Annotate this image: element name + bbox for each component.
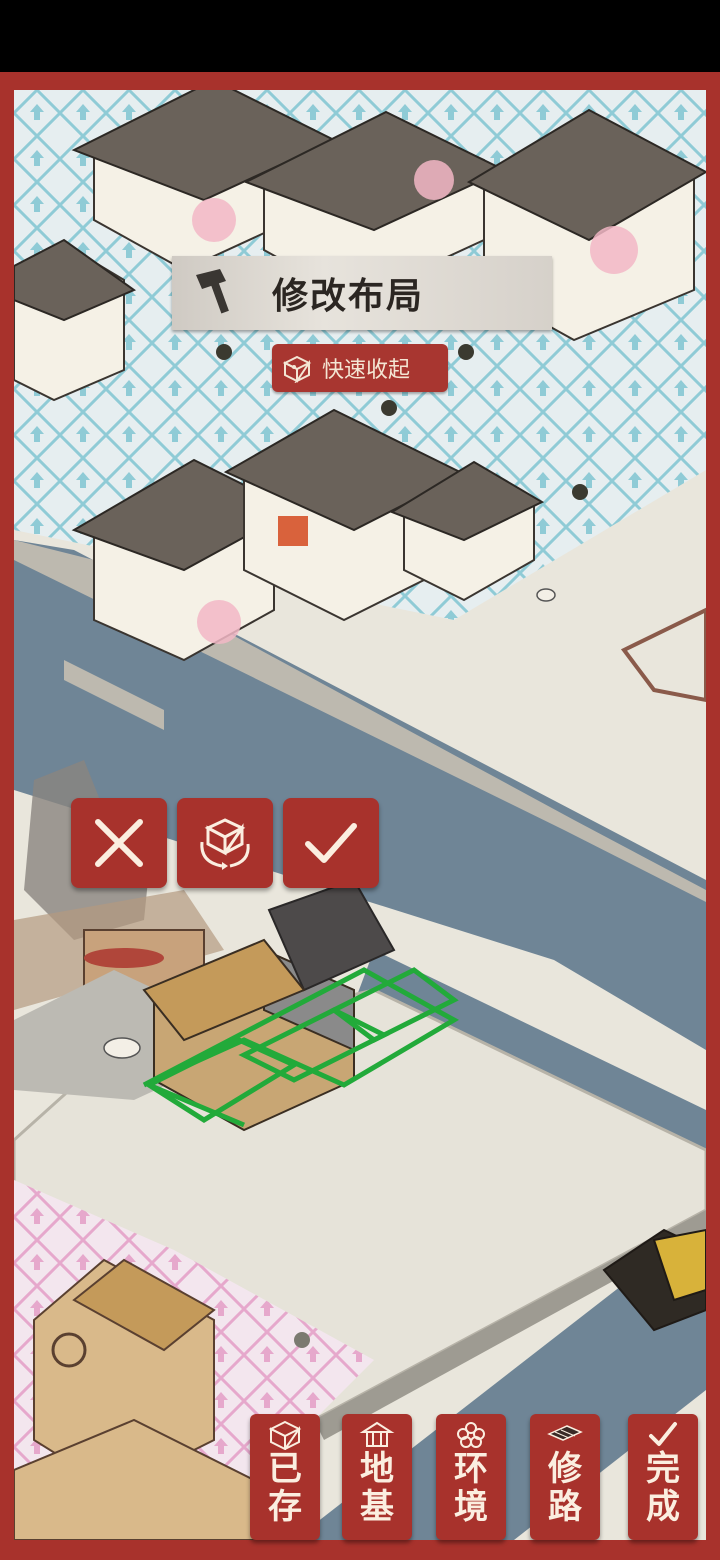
storage-box-icon (268, 1420, 302, 1450)
road-tile-icon (547, 1425, 583, 1441)
rotate-icon (200, 818, 250, 870)
cancel-placement-button[interactable] (71, 798, 167, 888)
saved-buildings-button[interactable]: 已存 (250, 1414, 320, 1540)
road-label: 修路 (548, 1449, 582, 1527)
pavilion-icon (359, 1421, 395, 1447)
quick-collapse-button[interactable]: 快速收起 (272, 344, 448, 392)
flower-icon (457, 1422, 485, 1448)
environment-button[interactable]: 环境 (436, 1414, 506, 1540)
quick-collapse-label: 快速收起 (322, 358, 411, 383)
confirm-placement-button[interactable] (283, 798, 379, 888)
done-button[interactable]: 完成 (628, 1414, 698, 1540)
status-bar (0, 0, 720, 72)
hammer-icon (196, 269, 229, 314)
rotate-building-button[interactable] (177, 798, 273, 888)
box-icon (282, 355, 312, 383)
close-icon (95, 819, 143, 867)
done-label: 完成 (646, 1449, 680, 1527)
build-road-button[interactable]: 修路 (530, 1414, 600, 1540)
check-icon (649, 1422, 677, 1446)
foundation-label: 地基 (360, 1449, 394, 1527)
environment-label: 环境 (454, 1449, 488, 1527)
page-title: 修改布局 (272, 275, 425, 317)
layout-edit-banner: 修改布局 (172, 256, 552, 330)
check-icon (305, 823, 357, 863)
saved-label: 已存 (268, 1449, 302, 1527)
foundation-button[interactable]: 地基 (342, 1414, 412, 1540)
